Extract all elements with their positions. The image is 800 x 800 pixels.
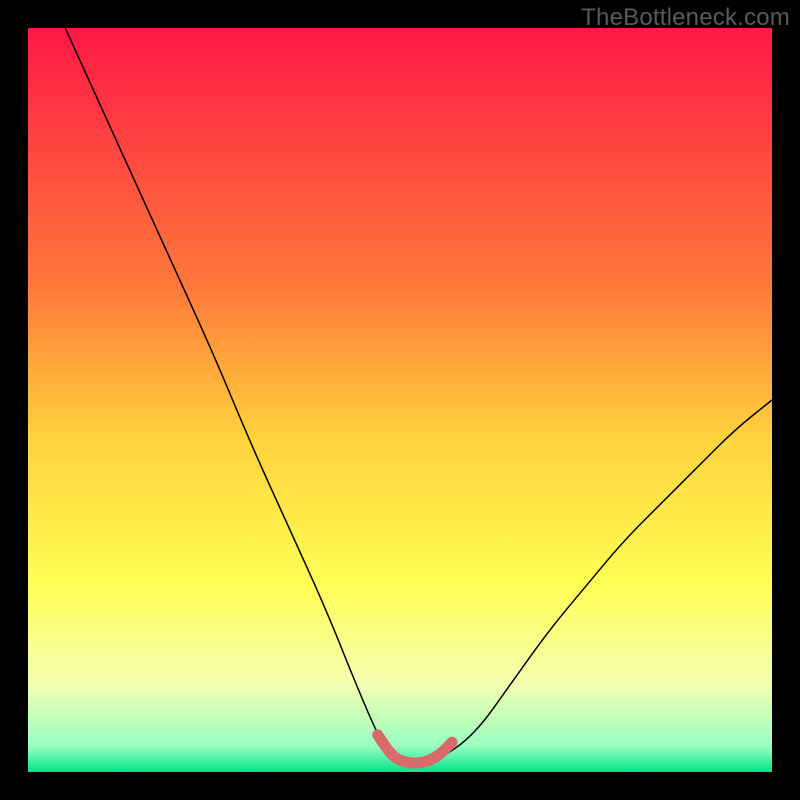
chart-svg xyxy=(28,28,772,772)
gradient-background xyxy=(28,28,772,772)
plot-area xyxy=(28,28,772,772)
watermark-label: TheBottleneck.com xyxy=(581,4,790,32)
chart-frame: TheBottleneck.com xyxy=(0,0,800,800)
